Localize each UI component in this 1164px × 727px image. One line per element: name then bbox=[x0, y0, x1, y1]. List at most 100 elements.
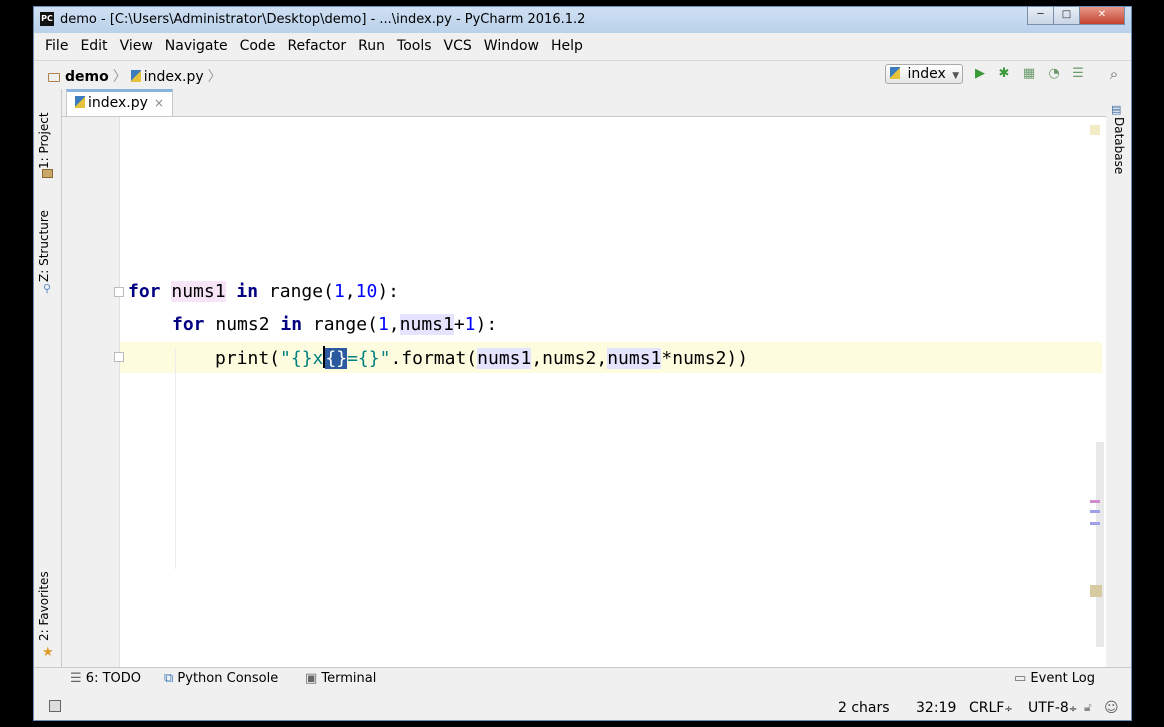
run-configuration-label: index bbox=[907, 66, 946, 82]
tool-tab-terminal[interactable]: ▣ Terminal bbox=[305, 671, 376, 686]
python-file-icon bbox=[130, 70, 141, 82]
identifier: nums2 bbox=[542, 348, 597, 369]
tool-tab-database[interactable]: Database bbox=[1112, 117, 1126, 174]
menu-navigate[interactable]: Navigate bbox=[159, 34, 234, 59]
selection-info: 2 chars bbox=[838, 700, 890, 716]
code-line-2: for nums2 in range(1,nums1+1): bbox=[172, 313, 497, 337]
breadcrumb-project[interactable]: demo bbox=[65, 69, 109, 85]
menu-tools[interactable]: Tools bbox=[391, 34, 438, 59]
close-window-button[interactable]: ✕ bbox=[1079, 7, 1125, 25]
error-stripe-marker[interactable] bbox=[1090, 522, 1100, 525]
keyword: in bbox=[236, 281, 259, 302]
run-configuration-select[interactable]: index ▼ bbox=[885, 64, 963, 84]
identifier-highlight: nums1 bbox=[477, 348, 532, 369]
app-icon: PC bbox=[40, 12, 54, 26]
operator: + bbox=[453, 314, 465, 335]
builtin-call: range( bbox=[312, 314, 378, 335]
coverage-icon[interactable]: ▦ bbox=[1022, 67, 1036, 81]
indent-guide bbox=[175, 349, 176, 569]
line-separator[interactable]: CRLF÷ bbox=[969, 700, 1013, 716]
menu-code[interactable]: Code bbox=[234, 34, 282, 59]
title-bar: PC demo - [C:\Users\Administrator\Deskto… bbox=[34, 7, 1131, 33]
caret-position-marker[interactable] bbox=[1090, 585, 1102, 597]
database-icon: ▤ bbox=[1111, 103, 1122, 116]
string-literal: ={}" bbox=[347, 348, 391, 369]
todo-label: 6: TODO bbox=[85, 671, 141, 686]
search-icon[interactable]: ⌕ bbox=[1107, 67, 1121, 82]
editor-tab-bar: index.py × bbox=[62, 89, 1106, 117]
window-title: demo - [C:\Users\Administrator\Desktop\d… bbox=[60, 12, 586, 27]
code-editor[interactable]: for nums1 in range(1,10): for nums2 in r… bbox=[62, 117, 1106, 667]
structure-icon: ⚲ bbox=[43, 282, 52, 295]
file-encoding[interactable]: UTF-8÷ bbox=[1028, 700, 1077, 716]
event-log-icon: ▭ bbox=[1014, 671, 1031, 686]
punctuation: , bbox=[596, 348, 608, 369]
fold-marker[interactable] bbox=[114, 352, 124, 362]
tool-tab-event-log[interactable]: ▭ Event Log bbox=[1014, 671, 1095, 686]
debug-icon[interactable]: ✱ bbox=[997, 67, 1011, 81]
right-tool-strip: ▤ Database bbox=[1104, 89, 1131, 667]
python-file-icon bbox=[75, 96, 85, 108]
number-literal: 1 bbox=[464, 314, 476, 335]
tool-tab-project[interactable]: 1: Project bbox=[37, 112, 51, 169]
menu-file[interactable]: File bbox=[39, 34, 74, 59]
menu-window[interactable]: Window bbox=[478, 34, 545, 59]
menu-edit[interactable]: Edit bbox=[74, 34, 113, 59]
folder-icon bbox=[48, 73, 60, 82]
menu-vcs[interactable]: VCS bbox=[438, 34, 478, 59]
fold-marker[interactable] bbox=[114, 287, 124, 297]
lock-icon[interactable]: 🔓︎ bbox=[1084, 700, 1092, 715]
editor-gutter bbox=[62, 117, 120, 667]
status-bar: 2 chars 32:19 CRLF÷ UTF-8÷ 🔓︎ ☺ bbox=[34, 692, 1131, 720]
punctuation: ): bbox=[377, 281, 400, 302]
menu-help[interactable]: Help bbox=[545, 34, 589, 59]
menu-view[interactable]: View bbox=[114, 34, 159, 59]
menu-refactor[interactable]: Refactor bbox=[281, 34, 352, 59]
concurrency-icon[interactable]: ☰ bbox=[1071, 67, 1085, 81]
tool-windows-toggle-icon[interactable] bbox=[49, 700, 61, 712]
punctuation: , bbox=[531, 348, 543, 369]
python-icon: ⧉ bbox=[164, 671, 178, 686]
menu-run[interactable]: Run bbox=[352, 34, 391, 59]
run-icon[interactable]: ▶ bbox=[973, 67, 987, 81]
navigation-bar: demo 〉 index.py 〉 index ▼ ▶ ✱ ▦ ◔ ☰ ⌕ bbox=[34, 60, 1131, 90]
tool-tab-todo[interactable]: ☰ 6: TODO bbox=[70, 671, 141, 686]
breadcrumb: demo 〉 index.py 〉 bbox=[48, 66, 226, 86]
maximize-button[interactable]: □ bbox=[1053, 7, 1080, 25]
close-tab-icon[interactable]: × bbox=[154, 96, 164, 110]
identifier-highlight: nums1 bbox=[399, 314, 454, 335]
minimize-button[interactable]: ─ bbox=[1027, 7, 1054, 25]
keyword: for bbox=[172, 314, 205, 335]
identifier-highlight: nums1 bbox=[171, 281, 226, 302]
project-icon bbox=[42, 169, 53, 178]
python-file-icon bbox=[890, 67, 900, 79]
selected-text: {} bbox=[325, 348, 348, 369]
vertical-scrollbar[interactable] bbox=[1096, 442, 1104, 647]
keyword: for bbox=[128, 281, 161, 302]
left-tool-strip: 1: Project Z: Structure ⚲ 2: Favorites ★ bbox=[34, 89, 62, 667]
tool-tab-favorites[interactable]: 2: Favorites bbox=[37, 571, 51, 641]
event-log-label: Event Log bbox=[1030, 671, 1096, 686]
bottom-tool-tabs: ☰ 6: TODO ⧉ Python Console ▣ Terminal ▭ … bbox=[34, 667, 1131, 693]
caret-position[interactable]: 32:19 bbox=[916, 700, 956, 716]
string-literal: "{}x bbox=[280, 348, 324, 369]
identifier: *nums2)) bbox=[661, 348, 749, 369]
method-call: .format( bbox=[390, 348, 478, 369]
error-stripe-marker[interactable] bbox=[1090, 510, 1100, 513]
error-stripe-marker[interactable] bbox=[1090, 500, 1100, 503]
breadcrumb-separator: 〉 bbox=[207, 69, 222, 85]
star-icon: ★ bbox=[42, 645, 54, 660]
python-console-label: Python Console bbox=[177, 671, 279, 686]
breadcrumb-file[interactable]: index.py bbox=[144, 69, 204, 85]
number-literal: 10 bbox=[355, 281, 378, 302]
todo-icon: ☰ bbox=[70, 671, 86, 686]
tool-tab-python-console[interactable]: ⧉ Python Console bbox=[164, 671, 278, 686]
tool-tab-structure[interactable]: Z: Structure bbox=[37, 210, 51, 282]
code-line-3: print("{}x {}={}".format(nums1,nums2,nums… bbox=[215, 346, 748, 371]
terminal-label: Terminal bbox=[321, 671, 377, 686]
editor-tab-index-py[interactable]: index.py × bbox=[66, 89, 173, 116]
editor-tab-label: index.py bbox=[88, 95, 148, 111]
profile-icon[interactable]: ◔ bbox=[1047, 67, 1061, 81]
identifier: nums2 bbox=[215, 314, 270, 335]
inspector-icon[interactable]: ☺ bbox=[1104, 700, 1119, 716]
